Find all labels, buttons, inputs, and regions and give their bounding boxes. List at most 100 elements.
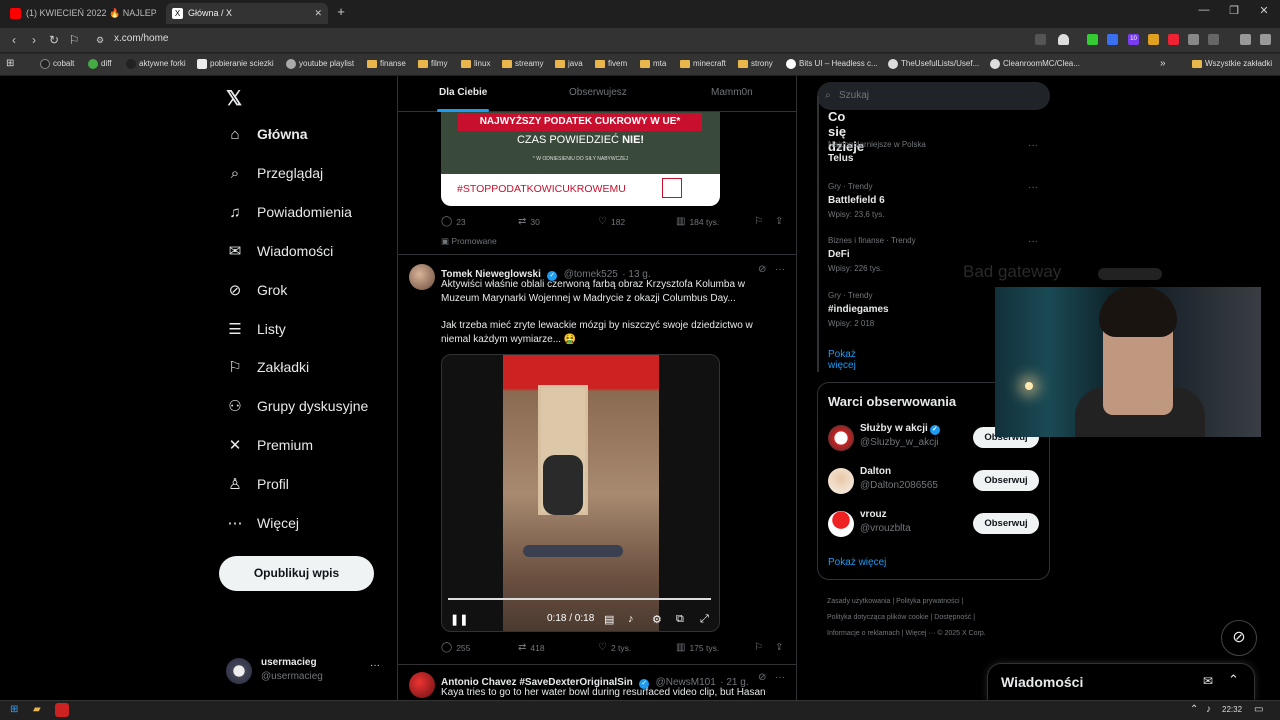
bookmark-item[interactable]: minecraft [680, 58, 726, 70]
media-icon[interactable] [1240, 34, 1251, 45]
footer-link[interactable]: Informacje o reklamach [827, 630, 900, 637]
sidebar-item-bookmark[interactable]: ⚐ Zakładki [226, 355, 309, 379]
more-icon[interactable]: ··· [775, 672, 785, 683]
repost-button[interactable]: ⇄ 418 [518, 642, 545, 653]
share-button[interactable]: ⇪ [775, 642, 783, 653]
puzzle-icon[interactable] [1188, 34, 1199, 45]
sidebar-item-home[interactable]: ⌂ Główna [226, 122, 307, 146]
video-progress[interactable] [448, 598, 711, 600]
pause-icon[interactable]: ❚❚ [450, 613, 468, 626]
footer-link[interactable]: Zasady użytkowania [827, 598, 890, 605]
browser-app-icon[interactable] [55, 703, 69, 717]
bookmark-item[interactable]: youtube playlist [286, 58, 354, 70]
bookmark-item[interactable]: aktywne forki [126, 58, 186, 70]
like-button[interactable]: ♡ 2 tys. [598, 642, 631, 653]
sidebar-item-list[interactable]: ☰ Listy [226, 317, 286, 341]
cast-icon[interactable] [1035, 34, 1046, 45]
restore-button[interactable]: ❐ [1224, 4, 1244, 17]
bookmark-item[interactable]: strony [738, 58, 773, 70]
footer-link[interactable]: Polityka prywatności [896, 598, 959, 605]
follow-show-more[interactable]: Pokaż więcej [828, 557, 886, 568]
footer-link[interactable]: Polityka dotycząca plików cookie [827, 614, 929, 621]
extension-badge-icon[interactable]: 10 [1128, 34, 1139, 45]
tab-list-mamm0n[interactable]: Mamm0n [711, 87, 753, 98]
tab-for-you[interactable]: Dla Ciebie [439, 87, 487, 98]
bookmark-item[interactable]: finanse [367, 58, 406, 70]
tab-following[interactable]: Obserwujesz [569, 87, 627, 98]
browser-tab-youtube[interactable]: (1) KWIECIEŃ 2022 🔥 NAJLEPSZ [4, 3, 156, 24]
minimize-button[interactable]: — [1194, 4, 1214, 16]
fullscreen-icon[interactable]: ⤢ [700, 613, 709, 626]
trend-item[interactable]: Najpopularniejsze w Polska Telus ··· [828, 140, 1038, 164]
share-button[interactable]: ⇪ [775, 216, 783, 227]
volume-icon[interactable]: ♪ [1206, 704, 1211, 715]
more-icon[interactable]: ··· [775, 264, 785, 275]
forward-icon[interactable]: › [26, 33, 42, 47]
tray-chevron-icon[interactable]: ⌃ [1190, 704, 1198, 715]
post-button[interactable]: Opublikuj wpis [219, 556, 374, 591]
sidebar-item-person[interactable]: ♙ Profil [226, 472, 289, 496]
promoted-image[interactable]: NAJWYŻSZY PODATEK CUKROWY W UE* CZAS POW… [441, 112, 720, 206]
bookmark-button[interactable]: ⚐ [754, 216, 763, 227]
video-player[interactable]: ❚❚ 0:18 / 0:18 ▤ ♪ ⚙ ⧉ ⤢ [441, 354, 720, 632]
sidebar-item-grok[interactable]: ⊘ Grok [226, 278, 288, 302]
clock[interactable]: 22:32 [1222, 705, 1242, 714]
browser-tab-x-home[interactable]: X Główna / X ✕ [166, 3, 328, 24]
follow-button[interactable]: Obserwuj [973, 470, 1039, 491]
menu-icon[interactable] [1260, 34, 1271, 45]
bookmark-item[interactable]: Bits UI – Headless c... [786, 58, 878, 70]
trend-item[interactable]: Gry · Trendy Battlefield 6 Wpisy: 23,6 t… [828, 182, 1038, 219]
new-message-icon[interactable]: ✉ [1203, 674, 1213, 688]
repost-button[interactable]: ⇄ 30 [518, 216, 540, 227]
windows-start-icon[interactable]: ⊞ [10, 704, 18, 715]
footer-link[interactable]: Więcej ··· [905, 630, 935, 637]
bookmark-item[interactable]: cobalt [40, 58, 74, 70]
trends-show-more[interactable]: Pokaż więcej [828, 349, 856, 371]
grok-icon[interactable]: ⊘ [758, 264, 766, 275]
sidebar-item-search[interactable]: ⌕ Przeglądaj [226, 161, 323, 185]
shield-icon[interactable] [1058, 34, 1069, 45]
account-switcher[interactable]: usermacieg @usermacieg ··· [226, 654, 386, 688]
bookmark-item[interactable]: pobieranie sciezki [197, 58, 274, 70]
search-input[interactable]: ⌕ Szukaj [817, 82, 1050, 110]
notifications-icon[interactable]: ▭ [1254, 704, 1263, 715]
grok-icon[interactable]: ⊘ [1221, 620, 1257, 656]
check-extension-icon[interactable] [1087, 34, 1098, 45]
like-button[interactable]: ♡ 182 [598, 216, 625, 227]
extension-icon[interactable] [1107, 34, 1118, 45]
x-logo-icon[interactable]: 𝕏 [226, 86, 242, 111]
site-settings-icon[interactable]: ⚙ [92, 33, 108, 47]
bookmark-item[interactable]: java [555, 58, 583, 70]
close-window-button[interactable]: ✕ [1254, 4, 1274, 17]
sidebar-item-x[interactable]: ✕ Premium [226, 433, 313, 457]
more-bookmarks-icon[interactable]: » [1160, 58, 1166, 70]
bookmark-item[interactable]: diff [88, 58, 112, 70]
bookmark-page-icon[interactable]: ⚐ [66, 33, 82, 47]
captions-icon[interactable]: ▤ [604, 613, 614, 626]
messages-drawer[interactable]: Wiadomości ✉ ⌃ [987, 663, 1255, 700]
reload-icon[interactable]: ↻ [46, 33, 62, 47]
volume-icon[interactable]: ♪ [628, 613, 634, 625]
views-button[interactable]: ▥ 184 tys. [676, 216, 719, 227]
reply-button[interactable]: ◯ 255 [441, 642, 470, 653]
follow-suggestion[interactable]: vrouz @vrouzblta Obserwuj [828, 509, 1040, 539]
bookmark-item[interactable]: mta [640, 58, 666, 70]
follow-suggestion[interactable]: Dalton @Dalton2086565 Obserwuj [828, 466, 1040, 496]
sidebar-item-communities[interactable]: ⚇ Grupy dyskusyjne [226, 394, 368, 418]
apps-grid-icon[interactable]: ⊞ [6, 58, 14, 70]
all-bookmarks[interactable]: Wszystkie zakładki [1192, 58, 1272, 70]
grok-icon[interactable]: ⊘ [758, 672, 766, 683]
bookmark-item[interactable]: streamy [502, 58, 543, 70]
follow-button[interactable]: Obserwuj [973, 513, 1039, 534]
extension-icon[interactable] [1148, 34, 1159, 45]
file-explorer-icon[interactable]: ▰ [33, 704, 41, 715]
avatar[interactable] [409, 672, 435, 698]
sidebar-icon[interactable] [1208, 34, 1219, 45]
close-tab-icon[interactable]: ✕ [314, 3, 322, 24]
bookmark-item[interactable]: filmy [418, 58, 447, 70]
settings-icon[interactable]: ⚙ [652, 613, 662, 626]
avatar[interactable] [409, 264, 435, 290]
url-bar[interactable]: x.com/home [114, 33, 168, 44]
sidebar-item-mail[interactable]: ✉ Wiadomości [226, 239, 334, 263]
sidebar-item-bell[interactable]: ♫ Powiadomienia [226, 200, 352, 224]
